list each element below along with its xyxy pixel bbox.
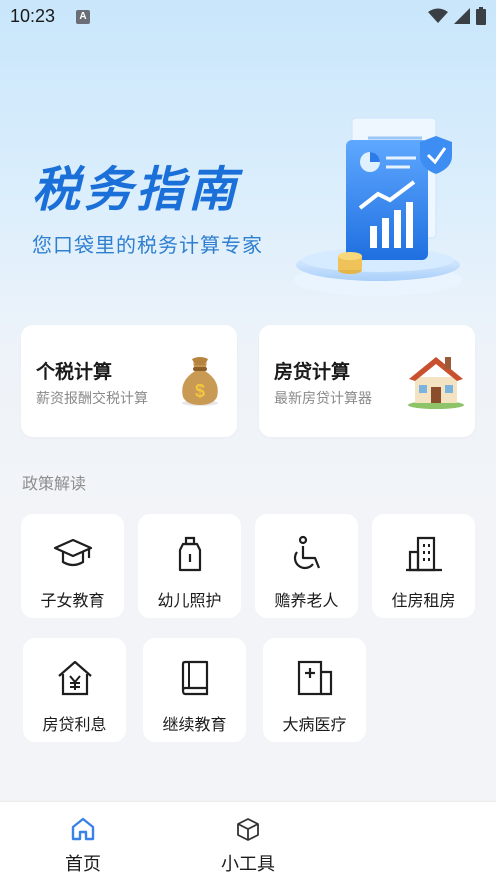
nav-tools[interactable]: 小工具: [188, 802, 308, 881]
policy-item-child-education[interactable]: 子女教育: [21, 514, 124, 618]
card-title: 个税计算: [36, 361, 113, 383]
policy-item-mortgage-interest[interactable]: 房贷利息: [23, 638, 126, 742]
nav-home[interactable]: 首页: [23, 802, 143, 881]
hero-title: 税务指南: [32, 162, 241, 218]
status-indicator: A: [76, 10, 90, 24]
policy-item-serious-illness[interactable]: 大病医疗: [263, 638, 366, 742]
svg-text:$: $: [195, 381, 205, 401]
tile-label: 子女教育: [40, 591, 105, 610]
status-icons: [428, 7, 486, 25]
money-bag-icon: $: [182, 357, 218, 406]
wifi-icon: [428, 8, 448, 23]
policy-item-housing-rent[interactable]: 住房租房: [372, 514, 475, 618]
battery-icon: [476, 7, 486, 25]
policy-item-elderly-support[interactable]: 赡养老人: [255, 514, 358, 618]
nav-label: 小工具: [221, 854, 275, 875]
card-title: 房贷计算: [274, 361, 351, 383]
house-icon: [408, 357, 464, 409]
hero-subtitle: 您口袋里的税务计算专家: [32, 233, 263, 257]
cube-icon: [237, 818, 259, 841]
hero-illustration: [294, 117, 462, 296]
policy-item-continuing-education[interactable]: 继续教育: [143, 638, 246, 742]
tile-label: 住房租房: [391, 591, 456, 610]
wheelchair-icon: [293, 535, 320, 570]
nav-label: 首页: [65, 854, 101, 875]
card-description: 薪资报酬交税计算: [36, 391, 148, 407]
medical-icon: [297, 660, 332, 696]
graduation-cap-icon: [53, 538, 92, 567]
baby-bottle-icon: [178, 536, 201, 572]
policy-item-infant-care[interactable]: 幼儿照护: [138, 514, 241, 618]
building-icon: [405, 536, 442, 572]
tile-label: 房贷利息: [42, 715, 107, 734]
home-icon: [71, 817, 95, 841]
signal-icon: [454, 8, 470, 24]
bottom-nav: 首页 小工具: [0, 801, 496, 881]
tax-calculator-card[interactable]: 个税计算 薪资报酬交税计算 $: [21, 325, 237, 437]
house-yen-icon: [57, 660, 92, 696]
section-label-policy: 政策解读: [22, 474, 87, 493]
tile-label: 赡养老人: [274, 591, 339, 610]
tile-label: 继续教育: [162, 715, 227, 734]
card-description: 最新房贷计算器: [274, 391, 372, 407]
status-time: 10:23: [10, 6, 56, 26]
mortgage-calculator-card[interactable]: 房贷计算 最新房贷计算器: [259, 325, 475, 437]
tile-label: 幼儿照护: [157, 591, 222, 610]
tile-label: 大病医疗: [282, 715, 347, 734]
status-bar: 10:23 A: [0, 0, 496, 34]
book-icon: [181, 660, 208, 696]
